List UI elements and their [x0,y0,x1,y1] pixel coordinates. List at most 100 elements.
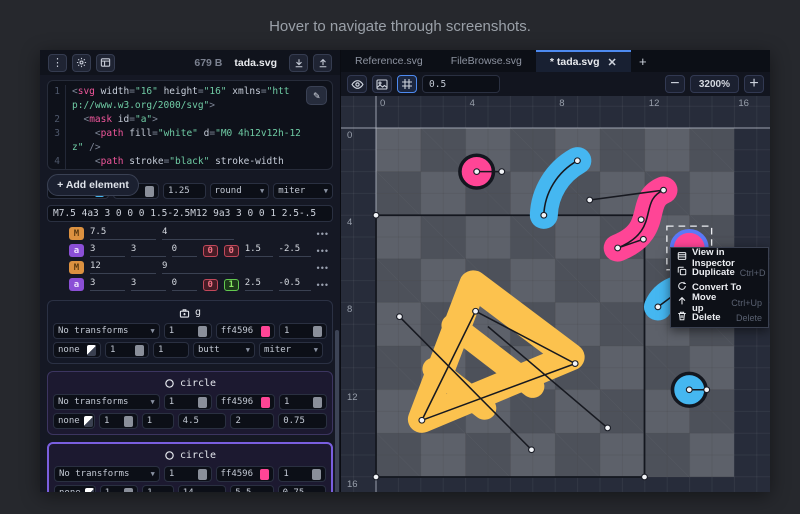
path-node-handle[interactable] [419,417,425,423]
path-node-handle[interactable] [642,474,648,480]
color-swatch[interactable] [313,397,322,408]
kebab-menu-icon[interactable]: ⋮ [48,54,67,72]
tab-referencesvg[interactable]: Reference.svg [341,50,437,72]
circle-input[interactable]: 1 [142,413,174,429]
color-swatch[interactable] [312,469,321,480]
stroke-select[interactable]: round▼ [210,183,270,199]
color-swatch[interactable] [135,345,144,356]
color-swatch[interactable] [145,186,154,197]
command-value-input[interactable]: 3 [131,278,166,291]
path-node-handle[interactable] [640,236,646,242]
row-menu-button[interactable]: ••• [317,229,329,239]
pencil-icon[interactable]: ✎ [306,86,327,105]
command-value-input[interactable]: 3 [90,244,125,257]
command-badge[interactable]: M [69,261,84,274]
color-swatch[interactable] [124,488,133,493]
circle-input[interactable]: 1 [142,485,174,492]
zoom-level[interactable]: 3200% [690,75,739,93]
color-swatch[interactable] [260,469,269,480]
left-scrollbar[interactable] [335,330,339,492]
command-value-input[interactable]: 7.5 [90,227,156,240]
circle-input[interactable]: 0.75 [278,485,326,492]
tab-filebrowsesvg[interactable]: FileBrowse.svg [437,50,536,72]
code-editor[interactable]: 1<svg width="16" height="16" xmlns="http… [47,80,333,170]
path-node-handle[interactable] [587,197,593,203]
path-node-handle[interactable] [474,169,480,175]
tab-tadasvg[interactable]: * tada.svg✕ [536,50,631,72]
path-node-handle[interactable] [686,387,692,393]
color-swatch[interactable] [198,397,207,408]
color-swatch[interactable] [261,326,270,337]
g-select[interactable]: No transforms▼ [53,323,160,339]
new-tab-button[interactable]: + [631,50,655,72]
color-swatch[interactable] [85,488,94,493]
circle-input[interactable]: 1 [279,394,327,410]
command-value-input[interactable]: -0.5 [279,278,311,291]
circle-select[interactable]: No transforms▼ [53,394,160,410]
add-element-button[interactable]: + Add element [47,174,139,196]
path-node-handle[interactable] [615,245,621,251]
command-value-input[interactable]: 0 [172,244,197,257]
path-node-handle[interactable] [373,212,379,218]
g-input[interactable]: ff4596 [216,323,275,339]
arc-flag-toggle[interactable]: 0 [203,245,218,257]
circle-input[interactable]: ff4596 [216,466,275,482]
stroke-input[interactable]: 1.25 [163,183,206,199]
canvas-viewport[interactable]: 0481216 0481216 View in InspectorDuplica… [341,96,770,492]
row-menu-button[interactable]: ••• [317,246,329,256]
row-menu-button[interactable]: ••• [317,263,329,273]
section-header[interactable]: g [53,305,327,320]
path-node-handle[interactable] [605,425,611,431]
g-input[interactable]: 1 [164,323,212,339]
command-value-input[interactable]: 3 [131,244,166,257]
circle-input[interactable]: 2 [230,413,274,429]
path-node-handle[interactable] [499,169,505,175]
command-value-input[interactable]: 2.5 [245,278,273,291]
grid-snap-icon[interactable] [397,75,417,93]
g-select[interactable]: butt▼ [193,342,255,358]
menu-item-duplicate[interactable]: DuplicateCtrl+D [671,265,768,280]
g-input[interactable]: 1 [105,342,149,358]
arc-flag-toggle[interactable]: 0 [224,245,239,257]
command-value-input[interactable]: 9 [162,261,234,274]
color-swatch[interactable] [313,326,322,337]
circle-input[interactable]: none [54,485,96,492]
path-node-handle[interactable] [541,212,547,218]
color-swatch[interactable] [124,416,133,427]
image-icon[interactable] [372,75,392,93]
eye-icon[interactable] [347,75,367,93]
upload-icon[interactable] [313,54,332,72]
arc-flag-toggle[interactable]: 1 [224,279,239,291]
path-node-handle[interactable] [397,314,403,320]
command-value-input[interactable]: -2.5 [279,244,311,257]
command-value-input[interactable]: 1.5 [245,244,273,257]
download-icon[interactable] [289,54,308,72]
circle-input[interactable]: none [53,413,95,429]
circle-input[interactable]: ff4596 [216,394,275,410]
path-node-handle[interactable] [704,387,710,393]
gear-icon[interactable] [72,54,91,72]
layout-panels-icon[interactable] [96,54,115,72]
circle-input[interactable]: 14 [178,485,226,492]
zoom-out-button[interactable]: − [665,75,685,93]
command-badge[interactable]: a [69,244,84,257]
path-node-handle[interactable] [661,187,667,193]
command-value-input[interactable]: 3 [90,278,125,291]
circle-input[interactable]: 1 [99,413,138,429]
path-node-handle[interactable] [574,158,580,164]
section-header[interactable]: circle [53,376,327,391]
color-swatch[interactable] [198,469,207,480]
circle-input[interactable]: 1 [100,485,138,492]
g-input[interactable]: 1 [153,342,189,358]
path-node-handle[interactable] [655,304,661,310]
color-swatch[interactable] [261,397,270,408]
g-input[interactable]: none [53,342,101,358]
circle-input[interactable]: 1 [164,466,212,482]
menu-item-move-up[interactable]: Move upCtrl+Up [671,295,768,310]
menu-item-delete[interactable]: DeleteDelete [671,310,768,325]
g-input[interactable]: 1 [279,323,327,339]
circle-select[interactable]: No transforms▼ [54,466,160,482]
command-value-input[interactable]: 0 [172,278,197,291]
arc-flag-toggle[interactable]: 0 [203,279,218,291]
circle-input[interactable]: 5.5 [230,485,273,492]
